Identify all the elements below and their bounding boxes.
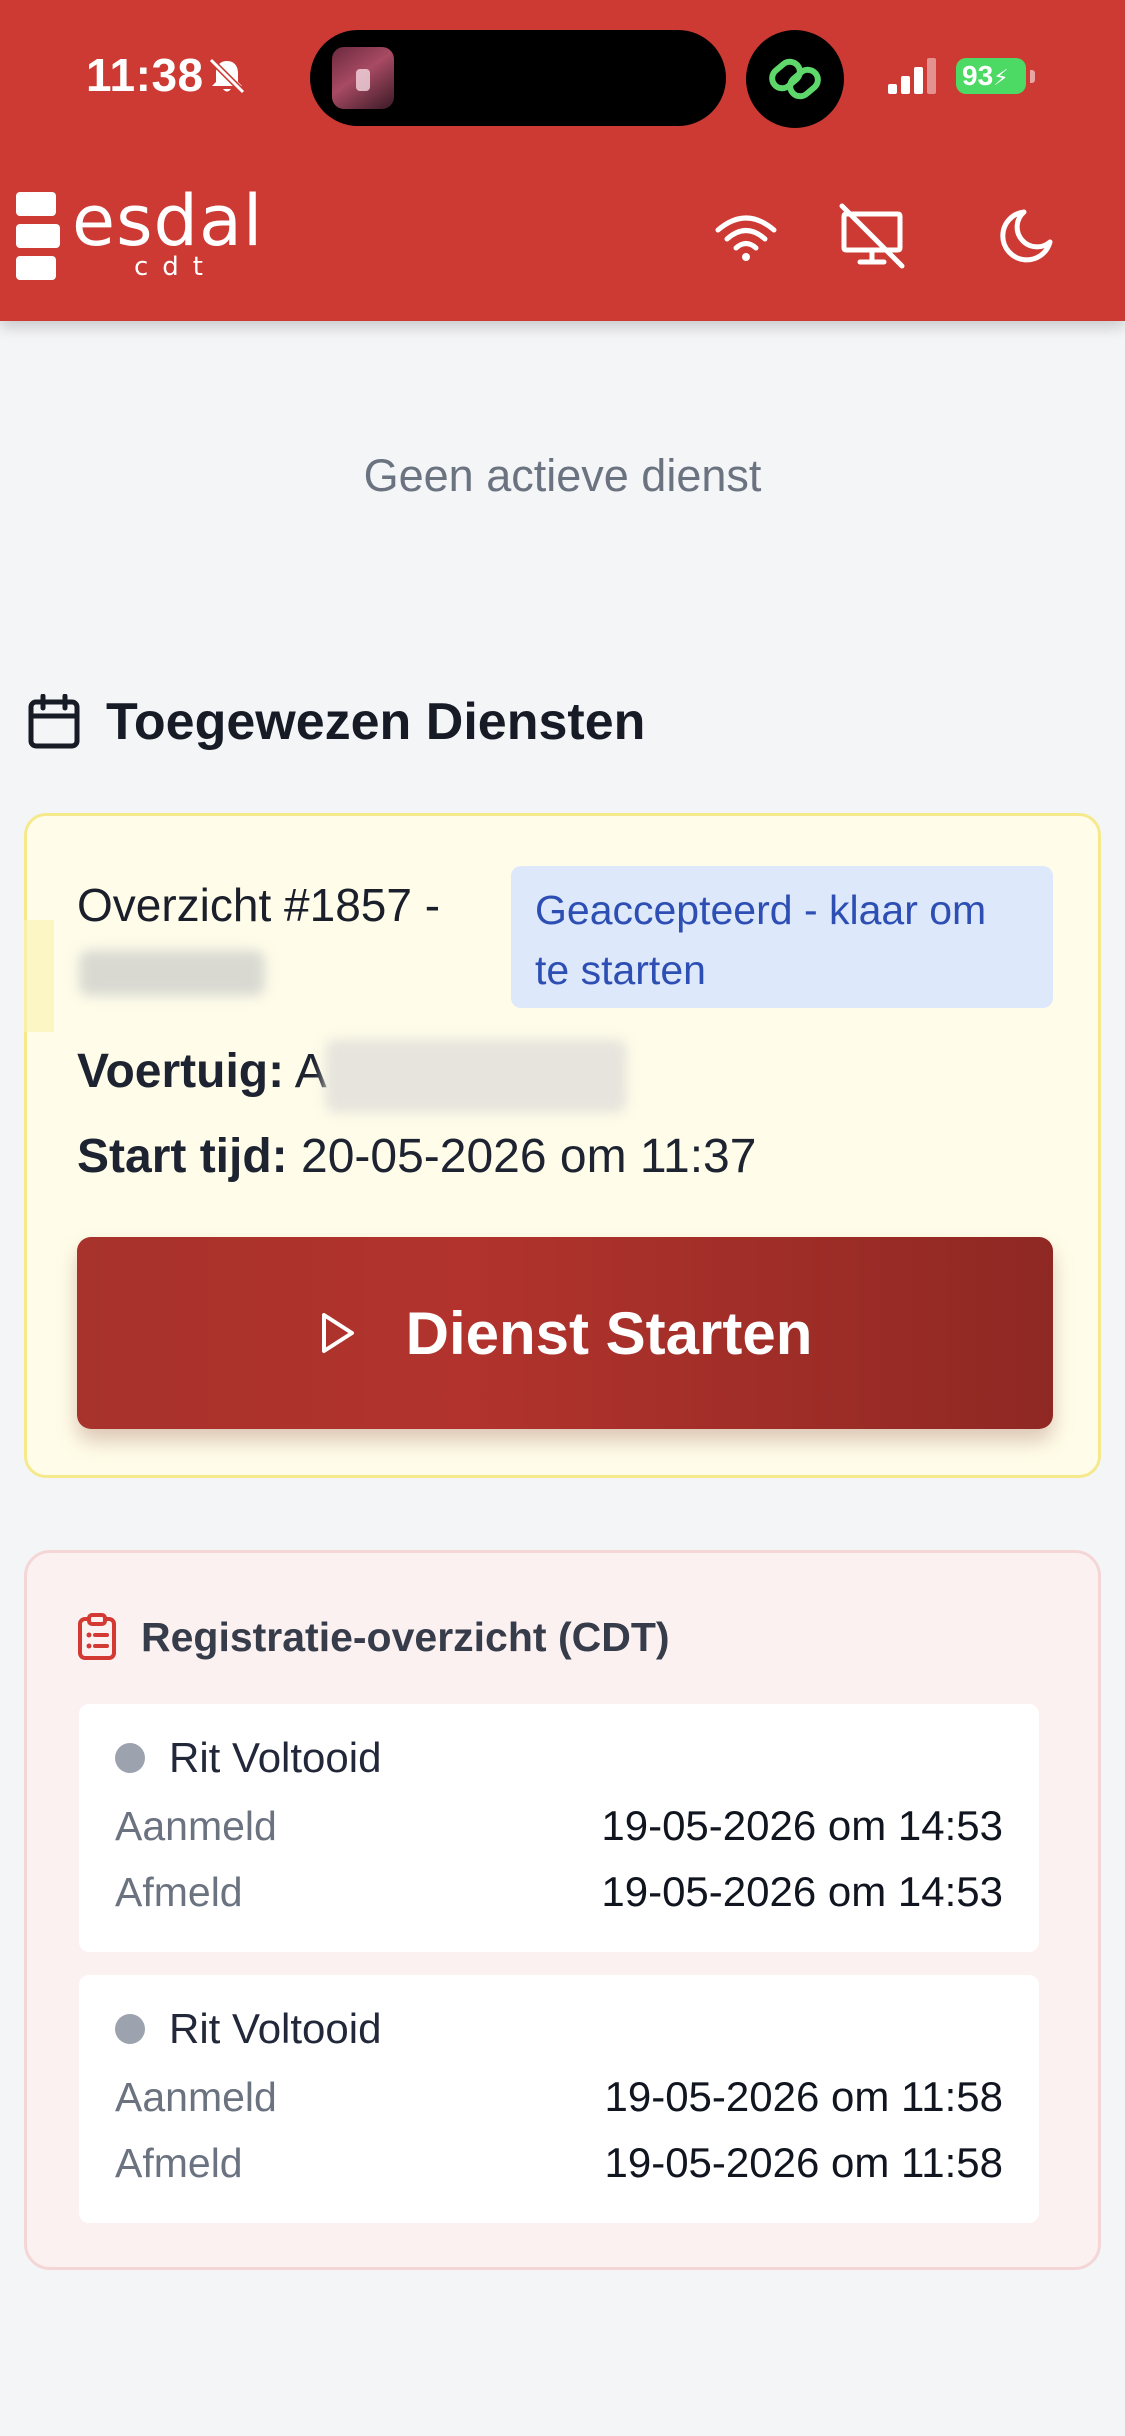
registration-entry: Rit Voltooid Aanmeld 19-05-2026 om 11:58… [79, 1975, 1039, 2223]
redacted-vehicle [325, 1039, 627, 1113]
section-title: Toegewezen Diensten [106, 693, 646, 751]
status-badge: Geaccepteerd - klaar om te starten [511, 866, 1053, 1008]
play-icon [321, 1313, 354, 1353]
login-label: Aanmeld [115, 1802, 277, 1849]
logout-label: Afmeld [115, 2139, 243, 2186]
assigned-services-heading: Toegewezen Diensten [28, 692, 645, 752]
entry-status: Rit Voltooid [169, 2005, 382, 2052]
dynamic-island [310, 30, 726, 126]
login-row: Aanmeld 19-05-2026 om 14:53 [115, 1801, 1003, 1851]
status-dot [115, 1743, 145, 1773]
registration-entry: Rit Voltooid Aanmeld 19-05-2026 om 14:53… [79, 1704, 1039, 1952]
start-service-label: Dienst Starten [405, 1299, 813, 1367]
logo-subtext: cdt [134, 252, 217, 282]
status-time: 11:38 [86, 49, 204, 101]
registration-overview-card: Registratie-overzicht (CDT) Rit Voltooid… [24, 1550, 1101, 2270]
calendar-icon [28, 694, 80, 749]
monitor-off-icon[interactable] [836, 200, 908, 272]
registration-title: Registratie-overzicht (CDT) [141, 1613, 670, 1660]
registration-heading: Registratie-overzicht (CDT) [77, 1613, 670, 1661]
vehicle-row: Voertuig: A [77, 1044, 327, 1099]
no-active-service-text: Geen actieve dienst [363, 450, 762, 501]
logout-value: 19-05-2026 om 14:53 [601, 1868, 1003, 1915]
bell-muted-icon [208, 57, 246, 95]
esdal-logo[interactable]: esdal cdt [16, 180, 286, 290]
link-icon[interactable] [746, 30, 844, 128]
battery-level: 93 [962, 60, 994, 91]
media-thumbnail[interactable] [332, 47, 394, 109]
vehicle-label: Voertuig: [77, 1045, 285, 1098]
service-title: Overzicht #1857 - [77, 879, 441, 931]
moon-icon[interactable] [992, 200, 1064, 272]
login-value: 19-05-2026 om 14:53 [601, 1802, 1003, 1849]
login-row: Aanmeld 19-05-2026 om 11:58 [115, 2072, 1003, 2122]
signal-icon [888, 58, 936, 94]
logout-row: Afmeld 19-05-2026 om 11:58 [115, 2138, 1003, 2188]
logout-row: Afmeld 19-05-2026 om 14:53 [115, 1867, 1003, 1917]
entry-header: Rit Voltooid [115, 2005, 381, 2053]
battery-indicator: 93⚡ [956, 58, 1026, 94]
status-dot [115, 2014, 145, 2044]
login-value: 19-05-2026 om 11:58 [604, 2073, 1003, 2120]
clipboard-icon [78, 1613, 116, 1660]
entry-status: Rit Voltooid [169, 1734, 382, 1781]
service-card: Overzicht #1857 - Geaccepteerd - klaar o… [24, 813, 1101, 1478]
battery-tip [1030, 70, 1035, 83]
app-header: 11:38 93⚡ esdal cdt [0, 0, 1125, 321]
entry-header: Rit Voltooid [115, 1734, 381, 1782]
vehicle-value: A [294, 1045, 327, 1098]
start-time-value: 20-05-2026 om 11:37 [301, 1130, 757, 1183]
start-time-label: Start tijd: [77, 1130, 288, 1183]
redacted-title [79, 950, 265, 996]
logo-text: esdal [72, 180, 264, 262]
wifi-icon[interactable] [710, 200, 782, 272]
start-time-row: Start tijd: 20-05-2026 om 11:37 [77, 1129, 756, 1184]
logout-value: 19-05-2026 om 11:58 [604, 2139, 1003, 2186]
card-accent [24, 920, 54, 1032]
login-label: Aanmeld [115, 2073, 277, 2120]
start-service-button[interactable]: Dienst Starten [77, 1237, 1053, 1429]
logout-label: Afmeld [115, 1868, 243, 1915]
